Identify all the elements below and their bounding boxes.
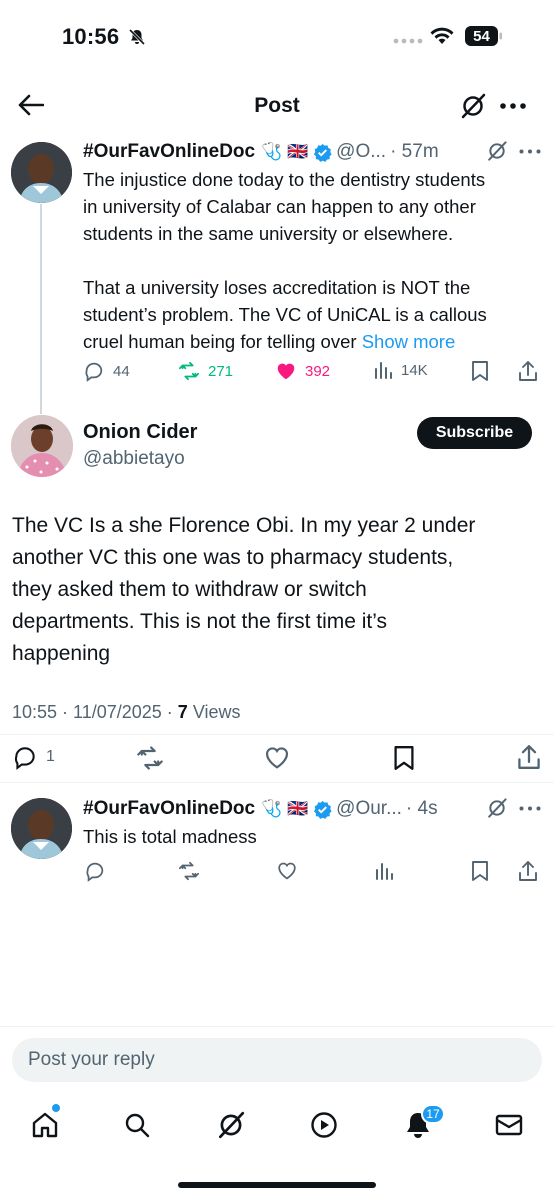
like-button[interactable]: 392 bbox=[275, 360, 330, 382]
post-text-line: happening bbox=[12, 642, 111, 665]
video-play-icon[interactable] bbox=[307, 1108, 341, 1142]
grok-icon[interactable] bbox=[459, 92, 487, 120]
repost-count: 271 bbox=[208, 362, 234, 380]
post-text-line: in university of Calabar can happen to a… bbox=[83, 196, 476, 217]
bookmark-icon[interactable] bbox=[470, 860, 490, 882]
author-name[interactable]: #OurFavOnlineDoc bbox=[83, 141, 255, 163]
post-text-line: cruel human being for telling over Show … bbox=[83, 331, 456, 352]
bookmark-icon[interactable] bbox=[392, 744, 416, 772]
post-body: The VC Is a she Florence Obi. In my year… bbox=[12, 510, 542, 670]
post-text-line: That a university loses accreditation is… bbox=[83, 277, 471, 298]
author-handle[interactable]: @abbietayo bbox=[83, 448, 185, 470]
divider bbox=[0, 1026, 554, 1027]
post-timestamp: 10:55 · 11/07/2025 · bbox=[12, 702, 178, 722]
search-icon[interactable] bbox=[120, 1108, 154, 1142]
reply-input[interactable]: Post your reply bbox=[12, 1038, 542, 1082]
post-text-line: they asked them to withdraw or switch bbox=[12, 578, 367, 601]
post-text-line: departments. This is not the first time … bbox=[12, 610, 388, 633]
post-text-line: The injustice done today to the dentistr… bbox=[83, 169, 486, 190]
reply-icon[interactable] bbox=[84, 860, 106, 882]
post-text-line: The VC Is a she Florence Obi. In my year… bbox=[12, 514, 476, 537]
share-icon[interactable] bbox=[518, 860, 538, 882]
post-time: · 4s bbox=[405, 798, 438, 819]
verified-badge-icon bbox=[313, 143, 332, 162]
views-count: 14K bbox=[401, 361, 428, 379]
wifi-icon bbox=[429, 26, 455, 46]
divider bbox=[0, 782, 554, 783]
status-time: 10:56 bbox=[62, 24, 120, 49]
reply-count: 1 bbox=[46, 748, 55, 765]
home-notification-dot bbox=[52, 1104, 60, 1112]
battery-level: 54 bbox=[473, 27, 490, 45]
views-icon[interactable] bbox=[374, 861, 394, 881]
more-options-icon[interactable] bbox=[519, 806, 541, 811]
author-handle[interactable]: @Our... bbox=[336, 798, 402, 820]
grok-icon[interactable] bbox=[486, 797, 508, 819]
signal-dots-icon bbox=[393, 38, 423, 44]
avatar[interactable] bbox=[11, 798, 72, 859]
status-bar: 10:56 54 bbox=[0, 0, 554, 76]
like-icon[interactable] bbox=[263, 744, 291, 772]
show-more-link[interactable]: Show more bbox=[362, 331, 456, 352]
reply-tweet-header: #OurFavOnlineDoc 🩺 🇬🇧 @Our... · 4s bbox=[83, 797, 438, 821]
silent-bell-icon bbox=[128, 28, 146, 46]
repost-icon[interactable] bbox=[136, 744, 164, 772]
like-count: 392 bbox=[305, 362, 331, 380]
messages-mail-icon[interactable] bbox=[492, 1108, 526, 1142]
home-icon[interactable] bbox=[28, 1108, 62, 1142]
views-button[interactable]: 14K bbox=[373, 360, 428, 380]
author-emoji: 🩺 🇬🇧 bbox=[261, 799, 309, 818]
post-time: · 57m bbox=[390, 141, 439, 162]
parent-tweet-header: #OurFavOnlineDoc 🩺 🇬🇧 @O... · 57m bbox=[83, 140, 439, 164]
reply-button[interactable]: 44 bbox=[83, 360, 130, 382]
post-header: Post bbox=[0, 76, 554, 134]
grok-icon[interactable] bbox=[214, 1108, 248, 1142]
post-body: This is total madness bbox=[83, 826, 257, 847]
bookmark-icon[interactable] bbox=[470, 360, 490, 382]
post-body: The injustice done today to the dentistr… bbox=[83, 166, 543, 355]
author-emoji: 🩺 🇬🇧 bbox=[261, 142, 309, 161]
views-label: Views bbox=[192, 702, 241, 722]
repost-button[interactable]: 271 bbox=[178, 360, 233, 382]
post-text-line bbox=[83, 247, 543, 274]
thread-line bbox=[40, 204, 42, 414]
avatar[interactable] bbox=[11, 142, 72, 203]
reply-button[interactable]: 1 bbox=[12, 744, 55, 770]
battery-icon: 54 bbox=[465, 26, 503, 46]
avatar[interactable] bbox=[11, 415, 73, 477]
share-icon[interactable] bbox=[517, 743, 541, 771]
post-meta: 10:55 · 11/07/2025 · 7 Views bbox=[12, 702, 241, 723]
notifications-badge: 17 bbox=[421, 1104, 445, 1124]
author-handle[interactable]: @O... bbox=[336, 141, 386, 163]
grok-icon[interactable] bbox=[486, 140, 508, 162]
post-text-line: another VC this one was to pharmacy stud… bbox=[12, 546, 454, 569]
divider bbox=[0, 734, 554, 735]
author-name[interactable]: #OurFavOnlineDoc bbox=[83, 798, 255, 820]
author-name[interactable]: Onion Cider bbox=[83, 421, 197, 444]
reply-count: 44 bbox=[113, 362, 130, 380]
like-icon[interactable] bbox=[276, 860, 298, 882]
views-count: 7 bbox=[177, 702, 188, 722]
repost-icon[interactable] bbox=[178, 860, 200, 882]
share-icon[interactable] bbox=[518, 360, 538, 382]
more-options-icon[interactable] bbox=[519, 149, 541, 154]
post-text-line: students in the same university or elsew… bbox=[83, 223, 454, 244]
post-text-line: student’s problem. The VC of UniCAL is a… bbox=[83, 304, 487, 325]
home-indicator bbox=[178, 1182, 376, 1188]
subscribe-button[interactable]: Subscribe bbox=[417, 417, 532, 449]
more-options-icon[interactable] bbox=[500, 103, 526, 109]
verified-badge-icon bbox=[313, 800, 332, 819]
